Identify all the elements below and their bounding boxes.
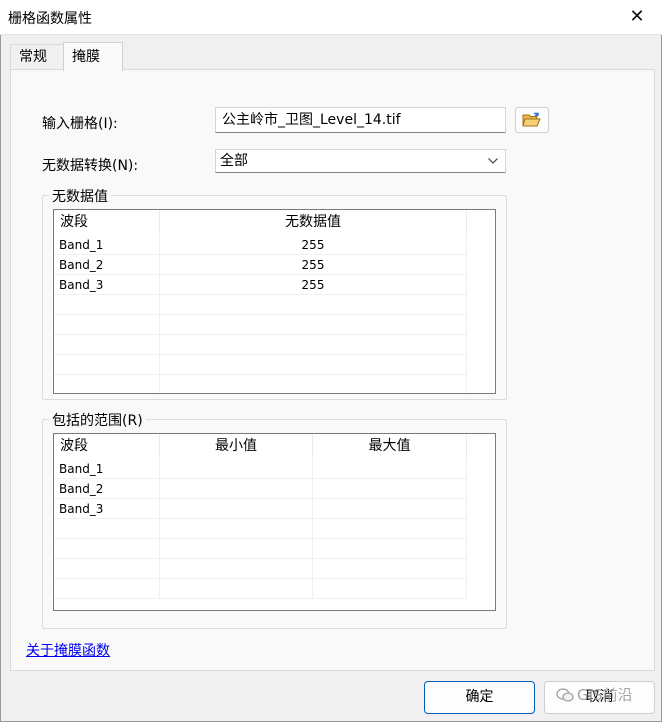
empty-cell[interactable] — [160, 295, 467, 315]
nodata-value-cell[interactable]: 255 — [160, 275, 467, 295]
browse-button[interactable] — [515, 107, 549, 133]
close-button[interactable]: ✕ — [622, 4, 652, 30]
empty-cell[interactable] — [160, 519, 313, 539]
range-group-title: 包括的范围(R) — [49, 410, 146, 430]
title-bar: 栅格函数属性 ✕ — [0, 0, 662, 35]
about-mask-function-link[interactable]: 关于掩膜函数 — [26, 640, 110, 660]
empty-cell[interactable] — [160, 375, 467, 393]
max-cell[interactable] — [313, 499, 467, 519]
empty-cell[interactable] — [160, 559, 313, 579]
nodata-values-table[interactable]: 波段 无数据值 Band_1 255 Band_2 255 Band_3 255 — [53, 209, 496, 394]
band-cell[interactable]: Band_2 — [54, 479, 160, 499]
nodata-conversion-label: 无数据转换(N): — [42, 158, 139, 174]
input-raster-field[interactable]: 公主岭市_卫图_Level_14.tif — [215, 107, 506, 133]
ok-button[interactable]: 确定 — [424, 681, 535, 714]
band-cell[interactable]: Band_1 — [54, 459, 160, 479]
empty-cell[interactable] — [313, 519, 467, 539]
empty-cell[interactable] — [54, 519, 160, 539]
empty-cell[interactable] — [54, 335, 160, 355]
empty-cell[interactable] — [54, 315, 160, 335]
column-header-band[interactable]: 波段 — [54, 434, 160, 459]
column-header-nodata-value[interactable]: 无数据值 — [160, 210, 467, 235]
empty-cell[interactable] — [313, 539, 467, 559]
nodata-conversion-value: 全部 — [220, 153, 248, 169]
empty-cell[interactable] — [160, 579, 313, 599]
min-cell[interactable] — [160, 459, 313, 479]
empty-cell[interactable] — [54, 579, 160, 599]
tab-mask[interactable]: 掩膜 — [63, 42, 123, 71]
max-cell[interactable] — [313, 459, 467, 479]
empty-cell[interactable] — [160, 315, 467, 335]
min-cell[interactable] — [160, 479, 313, 499]
window-title: 栅格函数属性 — [8, 11, 92, 27]
chevron-down-icon — [487, 150, 499, 179]
band-cell[interactable]: Band_1 — [54, 235, 160, 255]
open-folder-icon — [522, 112, 541, 127]
nodata-conversion-select[interactable]: 全部 — [215, 149, 506, 173]
tab-general[interactable]: 常规 — [10, 44, 66, 70]
empty-cell[interactable] — [160, 335, 467, 355]
empty-cell[interactable] — [54, 559, 160, 579]
empty-cell[interactable] — [313, 559, 467, 579]
empty-cell[interactable] — [160, 539, 313, 559]
empty-cell[interactable] — [54, 375, 160, 393]
input-raster-label: 输入栅格(I): — [42, 116, 118, 132]
band-cell[interactable]: Band_2 — [54, 255, 160, 275]
range-table[interactable]: 波段 最小值 最大值 Band_1 Band_2 Band_3 — [53, 433, 496, 611]
empty-cell[interactable] — [313, 579, 467, 599]
column-header-band[interactable]: 波段 — [54, 210, 160, 235]
max-cell[interactable] — [313, 479, 467, 499]
band-cell[interactable]: Band_3 — [54, 275, 160, 295]
nodata-value-cell[interactable]: 255 — [160, 255, 467, 275]
column-header-min[interactable]: 最小值 — [160, 434, 313, 459]
empty-cell[interactable] — [54, 295, 160, 315]
nodata-value-cell[interactable]: 255 — [160, 235, 467, 255]
nodata-values-group-title: 无数据值 — [49, 186, 111, 206]
cancel-button[interactable]: 取消 — [544, 681, 655, 714]
column-header-max[interactable]: 最大值 — [313, 434, 467, 459]
empty-cell[interactable] — [54, 355, 160, 375]
band-cell[interactable]: Band_3 — [54, 499, 160, 519]
min-cell[interactable] — [160, 499, 313, 519]
empty-cell[interactable] — [160, 355, 467, 375]
empty-cell[interactable] — [54, 539, 160, 559]
